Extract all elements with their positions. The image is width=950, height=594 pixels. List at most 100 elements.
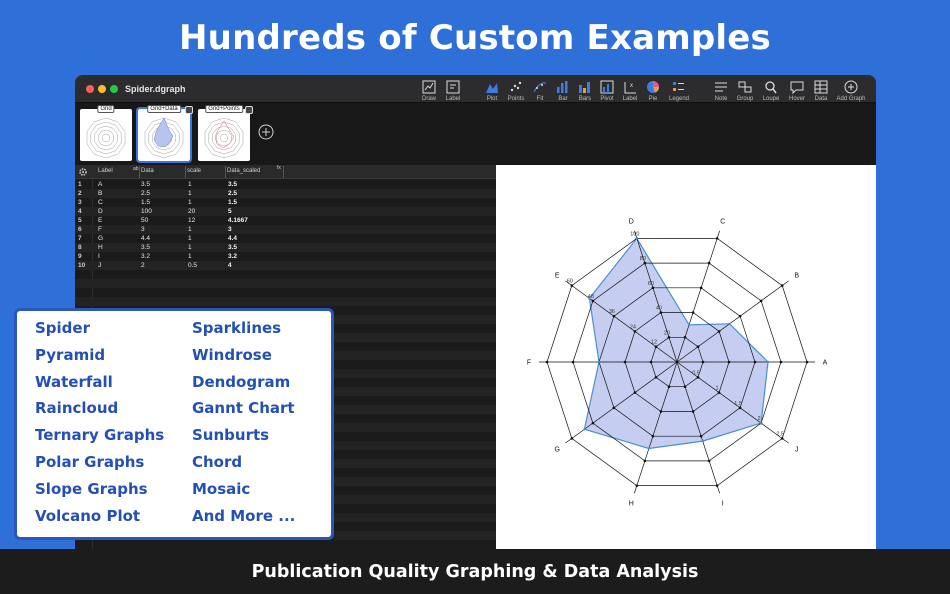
cell-label[interactable]: H [98, 244, 103, 251]
column-divider[interactable] [185, 166, 186, 178]
data-point[interactable] [635, 237, 639, 240]
data-point[interactable] [766, 360, 770, 364]
cell-scale[interactable]: 1 [188, 199, 192, 206]
cell-scale[interactable]: 1 [188, 226, 192, 233]
table-row[interactable]: 7 G 4.4 1 4.4 [75, 234, 496, 243]
cell-data[interactable]: 1.5 [141, 199, 150, 206]
table-row[interactable]: 9 I 3.2 1 3.2 [75, 252, 496, 261]
column-divider[interactable] [225, 166, 226, 178]
cell-scale[interactable]: 20 [188, 208, 195, 215]
row-number[interactable]: 10 [78, 262, 85, 269]
spider-chart[interactable]: ABCDEFGH IJ2040608010012243648600.511.522… [496, 165, 876, 550]
row-number[interactable]: 8 [78, 244, 82, 251]
empty-row[interactable] [75, 297, 496, 306]
cell-scale[interactable]: 1 [188, 181, 192, 188]
toolbar-add-graph-button[interactable]: Add Graph [834, 79, 868, 102]
data-series-polygon[interactable] [583, 237, 769, 450]
cell-data[interactable]: 3.5 [141, 244, 150, 251]
cell-data[interactable]: 3 [141, 226, 145, 233]
cell-scale[interactable]: 12 [188, 217, 195, 224]
row-number[interactable]: 1 [78, 181, 82, 188]
column-header-data-scaled[interactable]: Data_scaled [227, 168, 260, 174]
cell-scale[interactable]: 1 [188, 190, 192, 197]
cell-data[interactable]: 4.4 [141, 235, 150, 242]
cell-scale[interactable]: 1 [188, 244, 192, 251]
row-number[interactable]: 6 [78, 226, 82, 233]
data-point[interactable] [728, 322, 731, 325]
cell-label[interactable]: I [98, 253, 100, 260]
cell-data-scaled[interactable]: 4 [228, 262, 232, 269]
data-point[interactable] [701, 439, 704, 443]
cell-scale[interactable]: 1 [188, 253, 192, 260]
toolbar-label-button[interactable]: Label [436, 79, 470, 102]
table-row[interactable]: 2 B 2.5 1 2.5 [75, 189, 496, 198]
cell-data-scaled[interactable]: 3.2 [228, 253, 237, 260]
cell-data[interactable]: 3.5 [141, 181, 150, 188]
table-row[interactable]: 4 D 100 20 5 [75, 207, 496, 216]
cell-data[interactable]: 3.2 [141, 253, 150, 260]
cell-label[interactable]: D [98, 208, 103, 215]
data-point[interactable] [583, 428, 586, 431]
close-window-button[interactable] [86, 85, 94, 93]
table-row[interactable]: 10 J 2 0.5 4 [75, 261, 496, 270]
row-number[interactable]: 2 [78, 190, 82, 197]
column-divider[interactable] [283, 166, 284, 178]
zoom-window-button[interactable] [110, 85, 118, 93]
cell-label[interactable]: C [98, 199, 103, 206]
column-header-data[interactable]: Data [141, 168, 154, 174]
cell-scale[interactable]: 0.5 [188, 262, 197, 269]
table-row[interactable]: 3 C 1.5 1 1.5 [75, 198, 496, 207]
cell-data-scaled[interactable]: 5 [228, 208, 232, 215]
cell-label[interactable]: G [98, 235, 103, 242]
cell-data[interactable]: 100 [141, 208, 152, 215]
data-point[interactable] [759, 421, 763, 425]
cell-data-scaled[interactable]: 3 [228, 226, 232, 233]
row-number[interactable]: 4 [78, 208, 82, 215]
minimize-window-button[interactable] [98, 85, 106, 93]
empty-row[interactable] [75, 279, 496, 288]
toolbar-data-button[interactable]: Data [804, 79, 838, 102]
table-row[interactable]: 5 E 50 12 4.1667 [75, 216, 496, 225]
column-header-scale[interactable]: scale [187, 168, 201, 174]
gear-icon[interactable] [78, 167, 88, 177]
empty-row[interactable] [75, 270, 496, 279]
empty-row[interactable] [75, 540, 496, 549]
add-thumbnail-icon[interactable] [258, 124, 274, 140]
row-number[interactable]: 9 [78, 253, 82, 260]
cell-data-scaled[interactable]: 4.1667 [228, 217, 248, 224]
cell-data[interactable]: 50 [141, 217, 148, 224]
table-row[interactable]: 8 H 3.5 1 3.5 [75, 243, 496, 252]
thumbnail-menu-icon[interactable] [245, 106, 253, 114]
cell-data[interactable]: 2 [141, 262, 145, 269]
row-number[interactable]: 5 [78, 217, 82, 224]
cell-data-scaled[interactable]: 2.5 [228, 190, 237, 197]
cell-label[interactable]: F [98, 226, 102, 233]
cell-data-scaled[interactable]: 1.5 [228, 199, 237, 206]
cell-scale[interactable]: 1 [188, 235, 192, 242]
empty-row[interactable] [75, 288, 496, 297]
column-header-label[interactable]: Label [98, 168, 113, 174]
data-point[interactable] [687, 323, 691, 327]
toolbar-legend-button[interactable]: Legend [662, 79, 696, 102]
graph-thumbnail[interactable]: Grid+Data [136, 105, 193, 163]
row-number[interactable]: 7 [78, 235, 82, 242]
graph-thumbnail[interactable]: Grid [80, 105, 132, 161]
cell-label[interactable]: B [98, 190, 102, 197]
cell-data-scaled[interactable]: 3.5 [228, 181, 237, 188]
row-number[interactable]: 3 [78, 199, 82, 206]
cell-data-scaled[interactable]: 4.4 [228, 235, 237, 242]
cell-data[interactable]: 2.5 [141, 190, 150, 197]
thumbnail-menu-icon[interactable] [185, 106, 193, 114]
data-point[interactable] [647, 447, 651, 450]
cell-data-scaled[interactable]: 3.5 [228, 244, 237, 251]
table-row[interactable]: 1 A 3.5 1 3.5 [75, 180, 496, 189]
table-row[interactable]: 6 F 3 1 3 [75, 225, 496, 234]
cell-label[interactable]: A [98, 181, 102, 188]
graph-canvas[interactable]: A B C D E F G H I J 20 40 60 80 100 12 24 36 48 60 0.5 1 1.5 2 2… [496, 165, 876, 550]
cell-label[interactable]: J [98, 262, 101, 269]
cell-label[interactable]: E [98, 217, 102, 224]
data-point[interactable] [588, 297, 591, 300]
column-divider[interactable] [139, 166, 140, 178]
data-point[interactable] [597, 360, 601, 364]
graph-thumbnail[interactable]: Grid+Points [198, 105, 253, 161]
